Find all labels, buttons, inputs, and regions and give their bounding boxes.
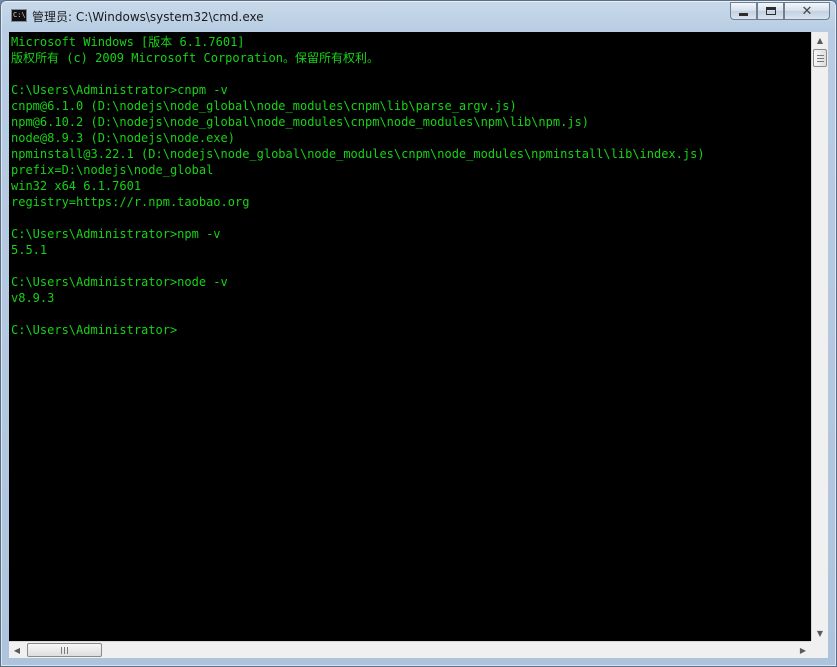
console-text: Microsoft Windows [版本 6.1.7601] 版权所有 (c)… [9,32,811,338]
console-line: node@8.9.3 (D:\nodejs\node.exe) [11,131,235,145]
scrollbar-corner [811,641,828,658]
console-line: Microsoft Windows [版本 6.1.7601] [11,35,245,49]
grip-line [817,58,824,59]
cmd-app-icon[interactable]: C:\ [11,9,27,22]
console-line: prefix=D:\nodejs\node_global [11,163,214,177]
grip-line [64,647,65,654]
maximize-icon [765,7,776,15]
console-line: npm@6.10.2 (D:\nodejs\node_global\node_m… [11,115,589,129]
minimize-button[interactable] [730,2,757,20]
window-title: 管理员: C:\Windows\system32\cmd.exe [32,10,264,24]
minimize-icon [739,12,748,16]
grip-line [817,55,824,56]
caption-buttons: ✕ [730,2,830,21]
vertical-scroll-thumb[interactable] [813,49,827,67]
console-line: C:\Users\Administrator>npm -v [11,227,221,241]
grip-line [61,647,62,654]
title-bar[interactable]: C:\ 管理员: C:\Windows\system32\cmd.exe ✕ [1,1,836,31]
console-line: win32 x64 6.1.7601 [11,179,142,193]
scroll-up-icon[interactable]: ▲ [812,32,828,48]
console-line: cnpm@6.1.0 (D:\nodejs\node_global\node_m… [11,99,517,113]
console-client-area: Microsoft Windows [版本 6.1.7601] 版权所有 (c)… [9,32,828,658]
cmd-window: C:\ 管理员: C:\Windows\system32\cmd.exe ✕ M… [0,0,837,667]
console-line: registry=https://r.npm.taobao.org [11,195,250,209]
console-output[interactable]: Microsoft Windows [版本 6.1.7601] 版权所有 (c)… [9,32,811,641]
horizontal-scroll-thumb[interactable] [27,643,102,657]
maximize-button[interactable] [757,2,784,20]
grip-line [67,647,68,654]
console-line: C:\Users\Administrator>cnpm -v [11,83,228,97]
console-line: v8.9.3 [11,291,55,305]
console-line: 版权所有 (c) 2009 Microsoft Corporation。保留所有… [11,51,379,65]
grip-line [817,61,824,62]
console-line: C:\Users\Administrator>node -v [11,275,228,289]
vertical-scrollbar[interactable]: ▲ ▼ [811,32,828,641]
scroll-down-icon[interactable]: ▼ [812,625,828,641]
scroll-right-icon[interactable]: ▶ [795,642,811,658]
scroll-left-icon[interactable]: ◀ [9,642,25,658]
close-icon: ✕ [801,3,813,19]
console-line: C:\Users\Administrator> [11,323,178,337]
console-line: 5.5.1 [11,243,48,257]
close-button[interactable]: ✕ [784,2,830,20]
console-line: npminstall@3.22.1 (D:\nodejs\node_global… [11,147,705,161]
horizontal-scrollbar[interactable]: ◀ ▶ [9,641,811,658]
